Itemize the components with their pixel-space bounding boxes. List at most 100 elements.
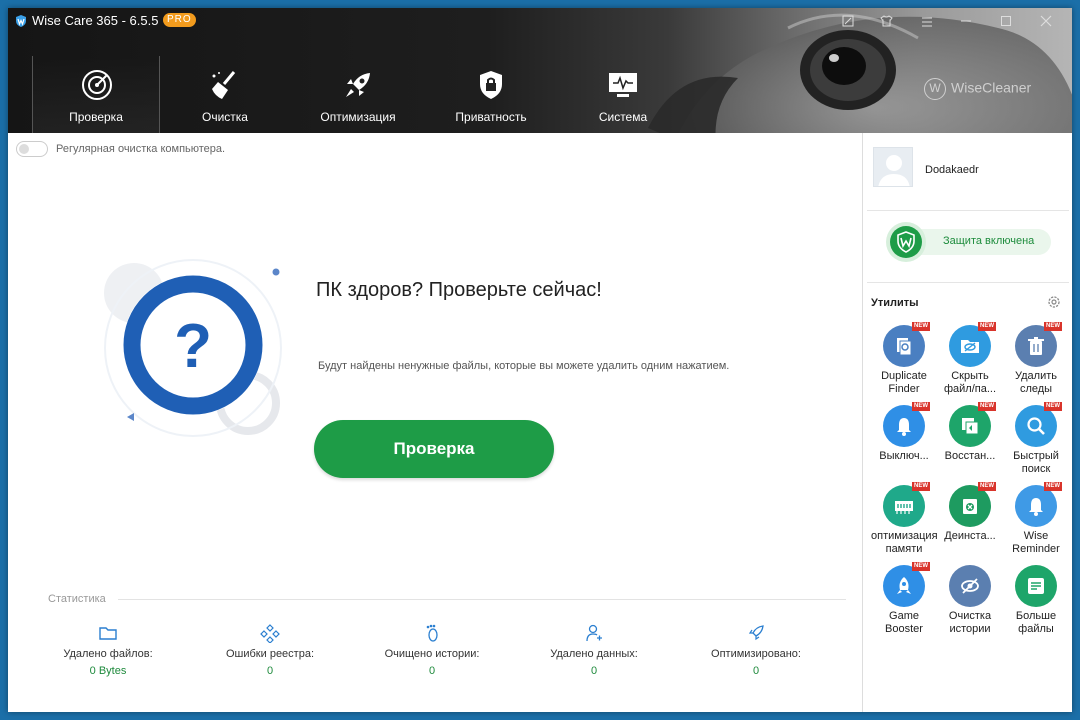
utility-eye-off[interactable]: Очистка истории <box>937 565 1003 643</box>
utility-label: Деинста... <box>944 530 996 542</box>
nav-tab-label: Оптимизация <box>320 110 396 124</box>
pro-badge: PRO <box>163 13 196 27</box>
stat-data-deleted: Удалено данных: 0 <box>514 623 674 677</box>
utilities-title: Утилиты <box>871 297 919 309</box>
nav-tab-privacy[interactable]: Приватность <box>427 56 555 133</box>
utility-restore[interactable]: NEW Восстан... <box>937 402 1003 483</box>
utility-label: Скрыть файл/па... <box>943 370 997 395</box>
utility-icon-circle <box>949 565 991 607</box>
utility-label: Удалить следы <box>1015 370 1057 395</box>
utility-label: Game Booster <box>885 610 923 635</box>
titlebar: Wise Care 365 - 6.5.5 PRO <box>8 8 1072 38</box>
rocket-icon <box>346 73 370 97</box>
utility-icon-circle <box>883 325 925 367</box>
eye-off-icon <box>961 578 979 594</box>
stat-label: Очищено истории: <box>384 648 480 660</box>
utility-bell[interactable]: NEW Wise Reminder <box>1003 482 1069 563</box>
stat-label: Оптимизировано: <box>711 648 801 660</box>
stat-deleted-files: Удалено файлов: 0 Bytes <box>28 623 188 677</box>
avatar[interactable] <box>873 147 913 187</box>
header: Wise Care 365 - 6.5.5 PRO Проверка Очист… <box>8 8 1072 133</box>
folder-icon <box>99 627 117 640</box>
username[interactable]: Dodakaedr <box>925 164 979 176</box>
scan-button[interactable]: Проверка <box>314 420 554 478</box>
utility-icon-circle <box>949 325 991 367</box>
utility-duplicate-finder[interactable]: NEW Duplicate Finder <box>871 322 937 403</box>
nav-tab-label: Очистка <box>202 110 248 124</box>
protection-status[interactable]: Защита включена <box>885 221 1051 263</box>
game-booster-icon <box>897 577 911 594</box>
maximize-icon[interactable] <box>997 14 1015 32</box>
utility-hide-folder[interactable]: NEW Скрыть файл/па... <box>937 322 1003 403</box>
nav-tab-label: Приватность <box>455 110 527 124</box>
sidebar: Dodakaedr Защита включена Утилиты NEW Dup… <box>862 133 1072 712</box>
utility-icon-circle <box>1015 405 1057 447</box>
search-icon <box>1027 417 1045 435</box>
utility-label: Быстрый поиск <box>1013 450 1059 475</box>
utility-icon-circle <box>949 405 991 447</box>
new-badge: NEW <box>912 482 930 491</box>
minimize-icon[interactable] <box>957 14 975 32</box>
nav-tab-optimize[interactable]: Оптимизация <box>294 56 422 133</box>
bell-icon <box>1029 498 1043 516</box>
new-badge: NEW <box>1044 482 1062 491</box>
app-title: Wise Care 365 - 6.5.5 <box>32 13 159 28</box>
nav-tab-system[interactable]: Система <box>559 56 687 133</box>
new-badge: NEW <box>912 322 930 331</box>
stat-value: 0 <box>590 665 598 677</box>
registry-icon <box>260 624 280 643</box>
bell-icon <box>897 418 911 436</box>
close-icon[interactable] <box>1037 14 1055 32</box>
utility-bell[interactable]: NEW Выключ... <box>871 402 937 483</box>
stat-label: Удалено данных: <box>550 648 638 660</box>
brand-name: WiseCleaner <box>951 79 1032 96</box>
brand-logo: W WiseCleaner <box>924 78 1031 100</box>
main-panel: Регулярная очистка компьютера. ? ПК здор… <box>8 133 862 712</box>
new-badge: NEW <box>912 562 930 571</box>
new-badge: NEW <box>1044 322 1062 331</box>
brand-w-icon: W <box>924 78 946 100</box>
utility-game-booster[interactable]: NEW Game Booster <box>871 562 937 643</box>
nav-tab-check[interactable]: Проверка <box>32 56 160 133</box>
user-data-icon <box>586 624 602 642</box>
app-window: Wise Care 365 - 6.5.5 PRO Проверка Очист… <box>8 8 1072 712</box>
utility-trash[interactable]: NEW Удалить следы <box>1003 322 1069 403</box>
headline: ПК здоров? Проверьте сейчас! <box>316 279 602 301</box>
uninstall-icon <box>963 499 977 514</box>
nav-tab-label: Проверка <box>69 110 123 124</box>
scheduled-clean-toggle[interactable] <box>16 141 48 157</box>
utility-icon-circle <box>949 485 991 527</box>
utility-search[interactable]: NEW Быстрый поиск <box>1003 402 1069 483</box>
utility-icon-circle <box>1015 485 1057 527</box>
new-badge: NEW <box>1044 402 1062 411</box>
stat-value: 0 <box>428 665 436 677</box>
app-logo-icon <box>16 15 26 27</box>
new-badge: NEW <box>912 402 930 411</box>
utility-uninstall[interactable]: NEW Деинста... <box>937 482 1003 563</box>
lock-shield-icon <box>480 71 502 99</box>
new-badge: NEW <box>978 402 996 411</box>
utility-big-files[interactable]: Больше файлы <box>1003 565 1069 643</box>
utility-icon-circle <box>883 565 925 607</box>
utility-label: Выключ... <box>879 450 929 462</box>
utility-memory[interactable]: NEW оптимизация памяти <box>871 482 937 563</box>
monitor-icon <box>609 73 637 97</box>
skin-shirt-icon[interactable] <box>877 14 895 32</box>
broom-icon <box>212 71 236 99</box>
menu-icon[interactable] <box>918 14 936 32</box>
hide-folder-icon <box>961 340 979 353</box>
stat-value: 0 <box>266 665 274 677</box>
new-badge: NEW <box>978 482 996 491</box>
stat-value: 0 Bytes <box>89 665 127 677</box>
stat-value: 0 <box>752 665 760 677</box>
feedback-icon[interactable] <box>839 14 857 32</box>
gear-icon[interactable] <box>1047 295 1061 309</box>
memory-icon <box>895 501 913 514</box>
divider <box>867 210 1069 211</box>
duplicate-finder-icon <box>897 338 912 356</box>
stats-divider <box>118 599 846 600</box>
stat-registry-errors: Ошибки реестра: 0 <box>190 623 350 677</box>
nav-tab-cleanup[interactable]: Очистка <box>161 56 289 133</box>
rocket-icon <box>748 625 764 641</box>
utility-label: Wise Reminder <box>1012 530 1060 555</box>
